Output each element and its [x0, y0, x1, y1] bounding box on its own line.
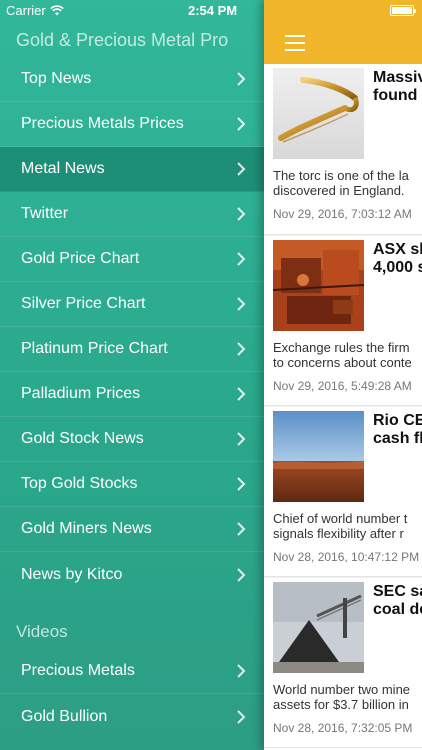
- chevron-right-icon: [237, 72, 246, 86]
- article-excerpt: World number two mine assets for $3.7 bi…: [273, 682, 411, 712]
- chevron-right-icon: [237, 297, 246, 311]
- battery-icon: [390, 5, 416, 16]
- menu-item-label: Gold Bullion: [21, 707, 108, 725]
- menu-item-precious-metals-videos[interactable]: Precious Metals: [0, 649, 264, 694]
- menu-item-gold-price-chart[interactable]: Gold Price Chart: [0, 237, 264, 282]
- chevron-right-icon: [237, 522, 246, 536]
- article-excerpt: The torc is one of the la discovered in …: [273, 168, 409, 198]
- wifi-icon: [49, 5, 64, 16]
- article-timestamp: Nov 29, 2016, 7:03:12 AM: [273, 207, 412, 221]
- menu-item-label: Gold Price Chart: [21, 250, 140, 267]
- article-thumbnail: [273, 582, 364, 673]
- menu-item-metal-news[interactable]: Metal News: [0, 147, 264, 192]
- chevron-right-icon: [237, 387, 246, 401]
- article-timestamp: Nov 29, 2016, 5:49:28 AM: [273, 379, 412, 393]
- article-headline: Massiv found i: [373, 69, 422, 104]
- status-bar: Carrier 2:54 PM: [0, 0, 422, 22]
- menu-item-label: Platinum Price Chart: [21, 340, 168, 357]
- article-thumbnail: [273, 240, 364, 331]
- menu-item-top-gold-stocks[interactable]: Top Gold Stocks: [0, 462, 264, 507]
- article-timestamp: Nov 28, 2016, 7:32:05 PM: [273, 721, 413, 735]
- menu-item-top-news[interactable]: Top News: [0, 57, 264, 102]
- app-title: Gold & Precious Metal Pro: [16, 30, 229, 50]
- article-timestamp: Nov 28, 2016, 10:47:12 PM: [273, 550, 420, 564]
- article-excerpt: Exchange rules the firm to concerns abou…: [273, 340, 412, 370]
- menu-item-gold-bullion-videos[interactable]: Gold Bullion: [0, 694, 264, 739]
- menu-item-label: Top News: [21, 70, 92, 87]
- chevron-right-icon: [237, 252, 246, 266]
- article-thumbnail: [273, 68, 364, 159]
- videos-section-title: Videos: [16, 622, 68, 641]
- chevron-right-icon: [237, 477, 246, 491]
- chevron-right-icon: [237, 162, 246, 176]
- chevron-right-icon: [237, 567, 246, 582]
- menu-item-label: Metal News: [21, 160, 105, 177]
- article-excerpt: Chief of world number t signals flexibil…: [273, 511, 408, 541]
- chevron-right-icon: [237, 709, 246, 724]
- article-card[interactable]: SEC sa coal de World number two mine ass…: [264, 577, 422, 748]
- chevron-right-icon: [237, 664, 246, 678]
- menu-item-gold-stock-news[interactable]: Gold Stock News: [0, 417, 264, 462]
- menu-item-label: Gold Miners News: [21, 520, 152, 537]
- chevron-right-icon: [237, 117, 246, 131]
- menu-item-news-by-kitco[interactable]: News by Kitco: [0, 552, 264, 597]
- menu-item-label: Precious Metals Prices: [21, 115, 184, 132]
- menu-item-platinum-price-chart[interactable]: Platinum Price Chart: [0, 327, 264, 372]
- menu-item-palladium-prices[interactable]: Palladium Prices: [0, 372, 264, 417]
- menu-item-silver-price-chart[interactable]: Silver Price Chart: [0, 282, 264, 327]
- menu-item-label: Gold Stock News: [21, 430, 144, 447]
- news-feed[interactable]: Massiv found i The torc is one of the la…: [264, 64, 422, 748]
- article-headline: ASX sla 4,000 s: [373, 241, 422, 276]
- content-panel: Massiv found i The torc is one of the la…: [264, 0, 422, 750]
- side-drawer: Gold & Precious Metal Pro Top News Preci…: [0, 0, 264, 750]
- menu-item-label: Twitter: [21, 205, 69, 222]
- hamburger-icon[interactable]: [285, 35, 305, 51]
- chevron-right-icon: [237, 207, 246, 221]
- menu-item-label: News by Kitco: [21, 565, 123, 583]
- article-card[interactable]: ASX sla 4,000 s Exchange rules the firm …: [264, 235, 422, 406]
- status-time: 2:54 PM: [188, 3, 238, 18]
- menu-item-label: Palladium Prices: [21, 385, 141, 402]
- main-menu: Top News Precious Metals Prices Metal Ne…: [0, 57, 264, 597]
- videos-menu: Precious Metals Gold Bullion: [0, 649, 264, 739]
- article-card[interactable]: Massiv found i The torc is one of the la…: [264, 64, 422, 235]
- menu-item-label: Top Gold Stocks: [21, 475, 138, 492]
- carrier-label: Carrier: [6, 3, 46, 18]
- menu-item-precious-metals-prices[interactable]: Precious Metals Prices: [0, 102, 264, 147]
- menu-item-label: Silver Price Chart: [21, 295, 146, 312]
- article-card[interactable]: Rio CEC cash fl Chief of world number t …: [264, 406, 422, 577]
- menu-item-label: Precious Metals: [21, 662, 135, 679]
- article-thumbnail: [273, 411, 364, 502]
- chevron-right-icon: [237, 342, 246, 356]
- chevron-right-icon: [237, 432, 246, 446]
- article-headline: SEC sa coal de: [373, 583, 422, 618]
- article-headline: Rio CEC cash fl: [373, 412, 422, 447]
- status-carrier: Carrier: [6, 3, 64, 18]
- menu-item-twitter[interactable]: Twitter: [0, 192, 264, 237]
- menu-item-gold-miners-news[interactable]: Gold Miners News: [0, 507, 264, 552]
